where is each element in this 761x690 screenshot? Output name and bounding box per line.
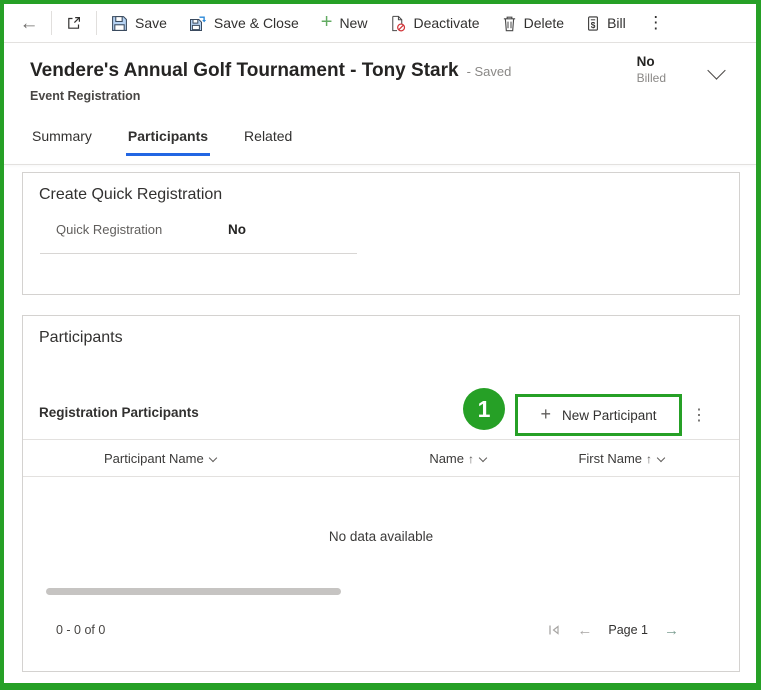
delete-button[interactable]: Delete [491, 8, 575, 38]
sort-ascending-icon: ↑ [468, 451, 474, 466]
back-arrow-icon: ← [19, 12, 39, 34]
billed-label: Billed [636, 71, 666, 85]
page-title: Vendere's Annual Golf Tournament - Tony … [30, 60, 459, 81]
billed-headline-field: No Billed [637, 54, 666, 85]
quick-registration-section: Create Quick Registration Quick Registra… [22, 172, 740, 295]
column-label: Name [429, 450, 464, 466]
field-value: No [228, 222, 246, 237]
header-expand-chevron-icon[interactable] [707, 61, 726, 80]
column-header-name[interactable]: Name ↑ [366, 450, 488, 466]
save-and-close-button-label: Save & Close [213, 15, 299, 31]
quick-registration-field[interactable]: Quick Registration No [40, 220, 357, 254]
subgrid-header: Registration Participants 1 + New Partic… [23, 347, 739, 439]
bill-button[interactable]: $ Bill [575, 8, 637, 38]
record-count: 0 - 0 of 0 [56, 623, 106, 637]
vertical-ellipsis-icon: ⋮ [691, 407, 707, 424]
pager: ← Page 1 → [547, 623, 679, 638]
record-header: Vendere's Annual Golf Tournament - Tony … [4, 44, 756, 124]
first-page-icon[interactable] [547, 623, 561, 637]
app-window: ← Save Save & Close + New Deactivate Del… [0, 0, 761, 690]
command-bar: ← Save Save & Close + New Deactivate Del… [4, 4, 756, 43]
save-status: - Saved [466, 64, 512, 79]
column-header-first-name[interactable]: First Name ↑ [486, 450, 666, 466]
previous-page-icon[interactable]: ← [577, 623, 592, 638]
deactivate-button-label: Deactivate [413, 15, 480, 31]
section-title: Create Quick Registration [39, 186, 223, 203]
popout-button[interactable] [55, 8, 93, 38]
form-tabs: Summary Participants Related [30, 122, 294, 156]
bill-button-label: Bill [607, 15, 626, 31]
save-and-close-icon [189, 14, 207, 32]
vertical-ellipsis-icon: ⋮ [647, 13, 665, 32]
chevron-down-icon [656, 453, 666, 462]
column-header-participant-name[interactable]: Participant Name [23, 451, 366, 466]
grid-empty-state: No data available [328, 529, 434, 544]
bill-icon: $ [586, 15, 600, 32]
subgrid-title: Registration Participants [39, 405, 199, 420]
deactivate-icon [389, 15, 406, 32]
annotation-step-number: 1 [477, 395, 491, 422]
field-label: Quick Registration [56, 222, 163, 237]
command-overflow-button[interactable]: ⋮ [637, 8, 675, 38]
open-in-new-window-icon [66, 15, 82, 31]
new-participant-button-label: New Participant [561, 407, 657, 423]
grid-footer: 0 - 0 of 0 ← Page 1 → [23, 610, 739, 650]
header-divider [4, 164, 756, 165]
toolbar-divider [51, 11, 52, 35]
annotation-step-badge: 1 [463, 388, 505, 430]
title-row: Vendere's Annual Golf Tournament - Tony … [30, 60, 511, 82]
page-number-label: Page 1 [608, 623, 648, 637]
save-button[interactable]: Save [100, 8, 178, 38]
grid-column-headers: Participant Name Name ↑ First Name ↑ [23, 439, 739, 477]
tab-summary[interactable]: Summary [30, 122, 94, 156]
delete-button-label: Delete [523, 15, 565, 31]
column-label: Participant Name [104, 450, 204, 466]
svg-text:$: $ [591, 19, 596, 29]
toolbar-divider [96, 11, 97, 35]
save-and-close-button[interactable]: Save & Close [178, 8, 310, 38]
plus-icon: + [320, 11, 333, 33]
save-floppy-icon [111, 15, 128, 32]
billed-value: No [636, 54, 655, 69]
entity-name: Event Registration [30, 89, 141, 103]
column-label: First Name [578, 450, 642, 466]
trash-icon [502, 15, 517, 32]
tab-related[interactable]: Related [242, 122, 294, 156]
tab-participants[interactable]: Participants [125, 122, 211, 156]
new-button-label: New [339, 15, 368, 31]
participants-section: Participants Registration Participants 1… [22, 315, 740, 672]
section-title: Participants [39, 329, 123, 346]
deactivate-button[interactable]: Deactivate [378, 8, 490, 38]
subgrid-overflow-button[interactable]: ⋮ [685, 403, 713, 427]
next-page-icon[interactable]: → [664, 623, 679, 638]
save-button-label: Save [135, 15, 167, 31]
new-button[interactable]: + New [310, 8, 379, 38]
back-button[interactable]: ← [10, 8, 48, 38]
chevron-down-icon [208, 453, 217, 462]
sort-ascending-icon: ↑ [646, 451, 652, 466]
horizontal-scrollbar[interactable] [46, 588, 341, 595]
plus-icon: + [540, 404, 551, 424]
new-participant-button[interactable]: + New Participant [515, 394, 682, 436]
